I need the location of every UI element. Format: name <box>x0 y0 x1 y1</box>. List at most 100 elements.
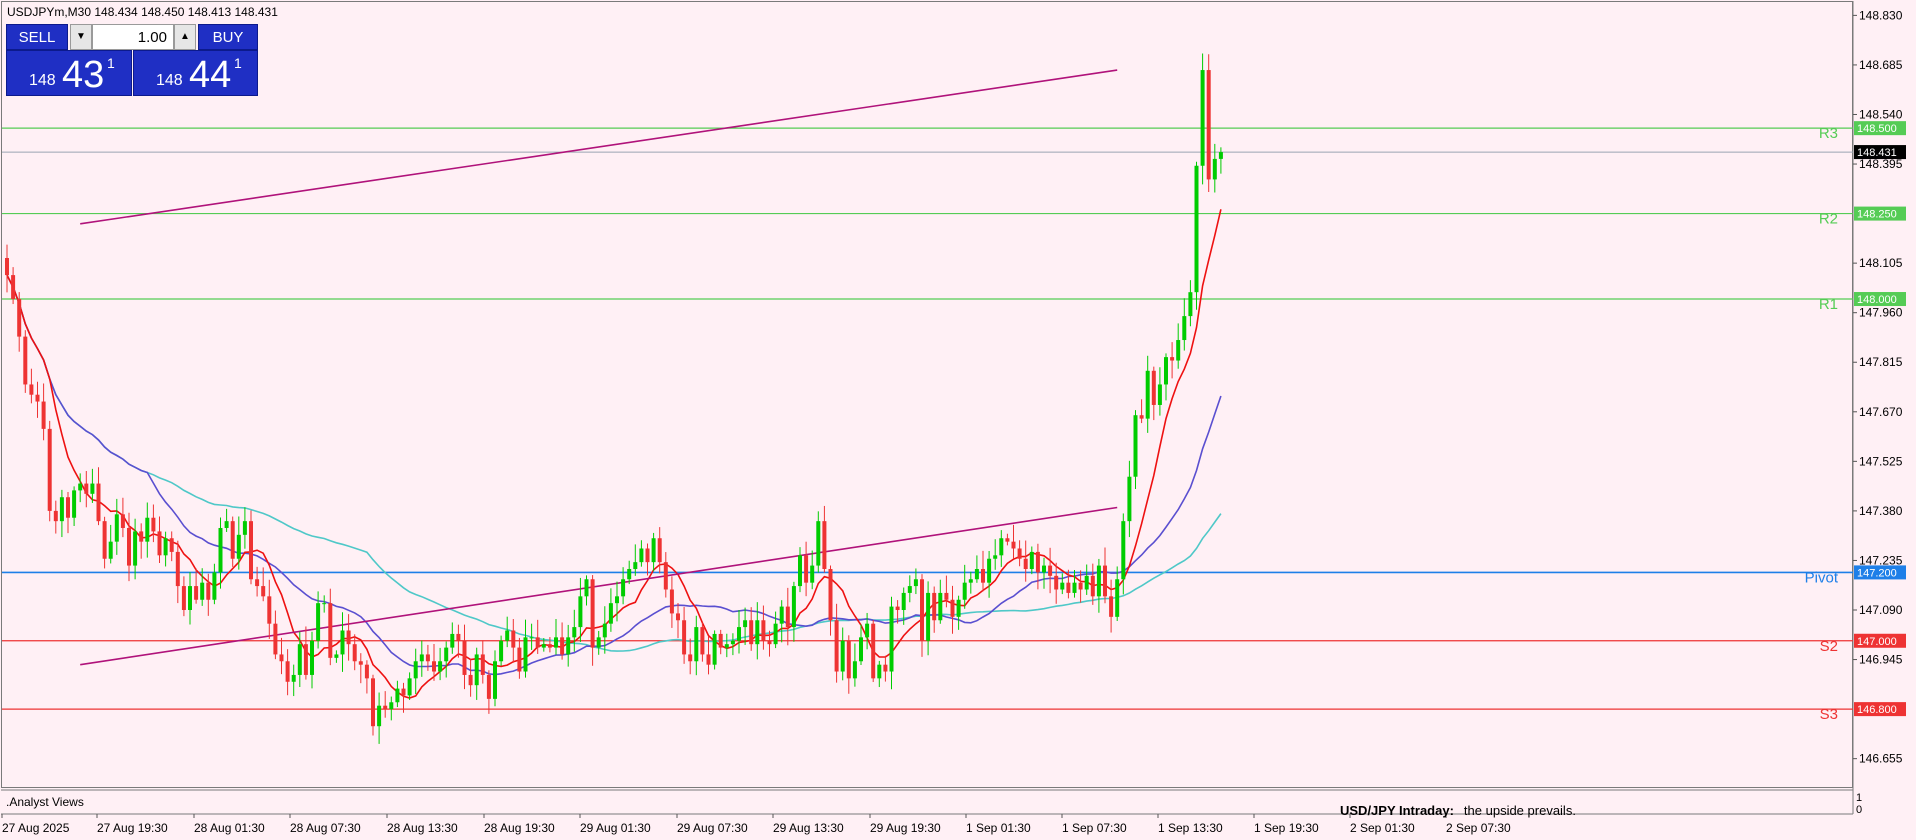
candle-body <box>383 705 388 710</box>
candle-body <box>346 630 351 645</box>
candle-body <box>438 661 443 672</box>
candle-body <box>194 586 199 600</box>
time-tick-label: 29 Aug 01:30 <box>580 821 651 835</box>
buy-price-fraction: 1 <box>234 55 242 71</box>
candle-body <box>602 623 607 638</box>
time-tick-label: 2 Sep 07:30 <box>1446 821 1511 835</box>
candle-body <box>1090 575 1095 597</box>
candle-body <box>974 568 979 580</box>
analyst-annotation: USD/JPY Intraday: the upside prevails. <box>1340 803 1576 818</box>
candle-body <box>303 644 308 675</box>
lot-increase-button[interactable]: ▲ <box>174 24 196 50</box>
price-tick-label: 146.655 <box>1859 752 1903 766</box>
candle-body <box>737 627 741 641</box>
candle-body <box>554 637 558 648</box>
candle-body <box>468 674 473 686</box>
buy-price-pips: 44 <box>189 54 232 96</box>
candle-body <box>1054 575 1059 590</box>
candle-body <box>157 531 162 556</box>
candle-body <box>676 613 680 621</box>
candle-body <box>1042 565 1046 573</box>
candle-body <box>212 572 217 600</box>
candle-body <box>828 568 833 621</box>
price-tick-label: 147.380 <box>1859 504 1903 518</box>
candle-body <box>682 620 687 655</box>
candle-body <box>694 627 699 662</box>
time-tick-label: 1 Sep 07:30 <box>1062 821 1127 835</box>
candle-body <box>962 582 967 600</box>
candle-body <box>1048 565 1053 576</box>
candle-body <box>956 599 961 617</box>
candle-body <box>523 637 528 672</box>
candle-body <box>1023 558 1028 569</box>
candle-body <box>846 640 851 679</box>
candle-body <box>743 620 748 628</box>
candle-body <box>755 620 760 645</box>
candle-body <box>907 586 912 593</box>
candle-body <box>1194 165 1199 293</box>
price-chart[interactable]: R3 148.500 R2 148.250 R1 148.000 Pivot 147.200 S… <box>0 0 1916 840</box>
sell-button[interactable]: SELL <box>6 24 68 50</box>
one-click-trading-panel: SELL ▼ ▲ BUY 148 43 1 148 44 1 <box>6 24 258 96</box>
level-label-r1: R1 <box>1819 296 1838 313</box>
candle-body <box>1029 551 1034 569</box>
sell-price-prefix: 148 <box>29 72 56 89</box>
candle-body <box>1151 370 1156 405</box>
candle-body <box>139 531 144 542</box>
candle-body <box>236 534 241 559</box>
candle-body <box>371 678 375 727</box>
level-label-r3: R3 <box>1819 125 1838 142</box>
candle-body <box>621 579 626 597</box>
sell-price-button[interactable]: 148 43 1 <box>6 50 132 96</box>
price-tick-label: 148.830 <box>1859 8 1903 22</box>
candle-body <box>724 644 729 648</box>
price-tick-label: 147.960 <box>1859 306 1903 320</box>
candle-body <box>486 674 491 699</box>
candle-body <box>688 654 693 662</box>
candle-body <box>645 548 650 563</box>
candle-body <box>712 633 717 665</box>
candle-body <box>78 483 83 491</box>
candle-body <box>761 620 766 641</box>
candle-body <box>932 592 937 621</box>
candle-body <box>1115 579 1120 617</box>
candle-body <box>1176 340 1181 361</box>
candle-body <box>913 579 918 587</box>
candle-body <box>200 582 205 600</box>
candle-body <box>419 654 424 662</box>
candle-body <box>1145 370 1150 419</box>
candle-body <box>895 606 900 611</box>
candle-body <box>145 517 150 542</box>
level-price-text-s3: 146.800 <box>1857 704 1897 716</box>
candle-body <box>480 654 485 675</box>
candle-body <box>59 497 64 522</box>
price-tick-label: 147.815 <box>1859 355 1903 369</box>
candle-body <box>249 521 253 580</box>
candle-body <box>389 702 394 710</box>
candle-body <box>505 630 510 641</box>
time-tick-label: 29 Aug 07:30 <box>677 821 748 835</box>
time-tick-label: 1 Sep 01:30 <box>966 821 1031 835</box>
candle-body <box>547 644 552 648</box>
candle-body <box>572 627 577 638</box>
candle-body <box>17 299 22 337</box>
lot-size-input[interactable] <box>92 24 174 50</box>
time-tick-label: 29 Aug 13:30 <box>773 821 844 835</box>
candle-body <box>47 428 52 511</box>
candle-body <box>279 654 284 662</box>
candle-body <box>657 538 662 563</box>
time-tick-label: 28 Aug 07:30 <box>290 821 361 835</box>
level-label-pivot: Pivot <box>1805 569 1839 586</box>
lot-decrease-button[interactable]: ▼ <box>70 24 92 50</box>
candle-body <box>968 579 973 583</box>
candle-body <box>1188 292 1193 317</box>
candle-body <box>120 514 125 528</box>
candle-body <box>425 654 430 662</box>
candle-body <box>663 562 668 590</box>
buy-price-button[interactable]: 148 44 1 <box>133 50 258 96</box>
candle-body <box>541 644 546 648</box>
candle-body <box>169 538 174 552</box>
candle-body <box>84 483 89 494</box>
candle-body <box>987 558 992 583</box>
buy-button[interactable]: BUY <box>198 24 258 50</box>
